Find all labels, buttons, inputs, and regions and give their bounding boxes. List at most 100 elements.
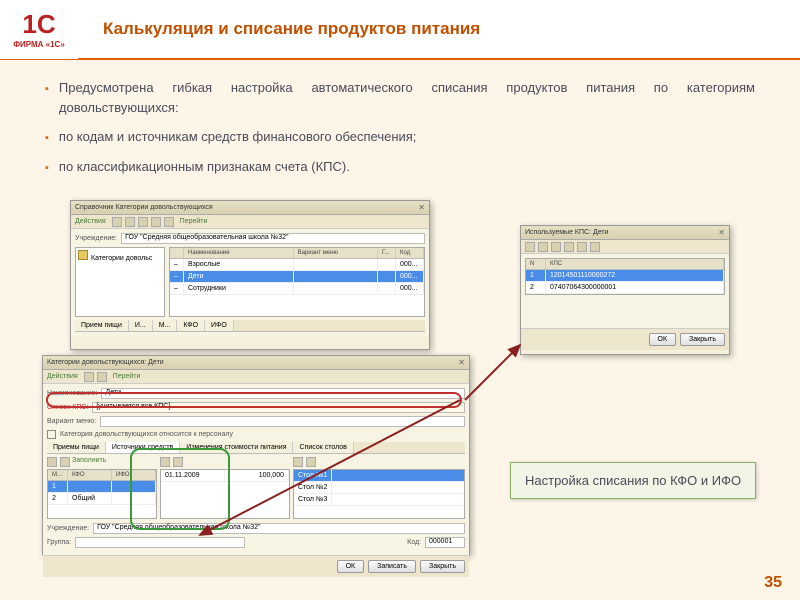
cell-date: 01.11.2009 [161, 470, 225, 481]
panel-icon[interactable] [306, 457, 316, 467]
checkbox-row: Категория довольствующихся относится к п… [47, 430, 465, 439]
toolbar-icon[interactable] [164, 217, 174, 227]
table-row[interactable]: Стол №1 [294, 470, 464, 482]
table-row[interactable]: 1 [48, 481, 156, 493]
table-row[interactable]: 1 12014501110000272 [526, 270, 724, 282]
table-row[interactable]: Стол №2 [294, 482, 464, 494]
close-button[interactable]: Закрыть [680, 333, 725, 346]
fill-button[interactable]: Заполнить [72, 457, 106, 467]
panel-icon[interactable] [47, 457, 57, 467]
actions-menu[interactable]: Действия [75, 218, 106, 225]
callout-note: Настройка списания по КФО и ИФО [510, 462, 756, 499]
close-icon[interactable]: ✕ [458, 358, 465, 367]
goto-menu[interactable]: Перейти [113, 373, 141, 380]
col-ifo[interactable]: ИФО [112, 470, 156, 480]
col-code[interactable]: Код [396, 248, 424, 258]
toolbar-icon[interactable] [84, 372, 94, 382]
footer-inst-input[interactable]: ГОУ "Средняя общеобразовательная школа №… [93, 523, 465, 534]
bullet-item: ▪ по кодам и источникам средств финансов… [45, 127, 755, 147]
tab-changes[interactable]: Изменения стоимости питания [180, 442, 293, 453]
cell: Стол №3 [294, 494, 332, 505]
window-title: Используемые КПС: Дети [525, 229, 609, 236]
goto-menu[interactable]: Перейти [180, 218, 208, 225]
ok-button[interactable]: ОК [337, 560, 365, 573]
panel-icon[interactable] [60, 457, 70, 467]
window-footer: ОК Закрыть [521, 328, 729, 350]
col-n[interactable]: N [526, 259, 546, 269]
toolbar-icon[interactable] [538, 242, 548, 252]
toolbar-icon[interactable] [151, 217, 161, 227]
window-kps-used: Используемые КПС: Дети ✕ N КПС 1 1201450… [520, 225, 730, 355]
cell-menu [294, 283, 378, 294]
col-name[interactable]: Наименование [184, 248, 294, 258]
toolbar-icon[interactable] [577, 242, 587, 252]
kps-input[interactable]: [учитывается все КПС] [92, 402, 465, 413]
panel-icon[interactable] [160, 457, 170, 467]
variant-input[interactable] [100, 416, 465, 427]
cell-code: 000... [396, 283, 424, 294]
slide-content: ▪ Предусмотрена гибкая настройка автомат… [0, 60, 800, 176]
tab-ifo[interactable]: ИФО [205, 320, 234, 331]
table-row[interactable]: 01.11.2009 100,000 [161, 470, 289, 482]
institution-input[interactable]: ГОУ "Средняя общеобразовательная школа №… [121, 233, 425, 244]
logo-1c-text: ФИРМА «1С» [13, 40, 65, 49]
tables-grid: Стол №1 Стол №2 Стол №3 [293, 469, 465, 519]
changes-panel: 01.11.2009 100,000 [160, 457, 290, 519]
col-g[interactable]: Г... [378, 248, 396, 258]
toolbar-icon[interactable] [564, 242, 574, 252]
tree-root-label[interactable]: Категории довольс [91, 255, 152, 262]
checkbox-personnel[interactable] [47, 430, 56, 439]
close-icon[interactable]: ✕ [418, 203, 425, 212]
tab-sources[interactable]: Источники средств [106, 442, 180, 453]
table-row[interactable]: 2 Общий [48, 493, 156, 505]
callout-text: Настройка списания по КФО и ИФО [525, 473, 741, 488]
folder-icon[interactable] [78, 250, 88, 260]
toolbar-icon[interactable] [138, 217, 148, 227]
window-body: N КПС 1 12014501110000272 2 074070643000… [521, 254, 729, 328]
save-button[interactable]: Записать [368, 560, 416, 573]
tab-kfo[interactable]: КФО [177, 320, 205, 331]
cell-menu [294, 259, 378, 270]
titlebar[interactable]: Категории довольствующихся: Дети ✕ [43, 356, 469, 370]
window-categories-list: Справочник Категории довольствующихся ✕ … [70, 200, 430, 350]
toolbar-icons [112, 217, 174, 227]
toolbar-icon[interactable] [97, 372, 107, 382]
name-label: Наименование: [47, 390, 97, 397]
variant-row: Вариант меню: [47, 416, 465, 427]
table-row[interactable]: Стол №3 [294, 494, 464, 506]
footer-inst-label: Учреждение: [47, 525, 89, 532]
panel-icons [293, 457, 465, 467]
ok-button[interactable]: ОК [649, 333, 677, 346]
tab-meals[interactable]: Приемы пищи [47, 442, 106, 453]
actions-menu[interactable]: Действия [47, 373, 78, 380]
table-row[interactable]: 2 07407064300000001 [526, 282, 724, 294]
toolbar-icon[interactable] [551, 242, 561, 252]
toolbar-icon[interactable] [112, 217, 122, 227]
titlebar[interactable]: Используемые КПС: Дети ✕ [521, 226, 729, 240]
tab-m[interactable]: М... [153, 320, 178, 331]
tab-meals[interactable]: Прием пищи [75, 320, 129, 331]
tab-i[interactable]: И... [129, 320, 153, 331]
table-row[interactable]: – Дети 000... [170, 271, 424, 283]
table-row[interactable]: – Взрослые 000... [170, 259, 424, 271]
name-input[interactable]: Дети [101, 388, 465, 399]
toolbar-icon[interactable] [590, 242, 600, 252]
col-kps[interactable]: КПС [546, 259, 724, 269]
panel-icon[interactable] [173, 457, 183, 467]
sources-grid: М... КФО ИФО 1 2 Общий [47, 469, 157, 519]
cell-kps: 07407064300000001 [546, 282, 724, 293]
col-kfo[interactable]: КФО [68, 470, 112, 480]
footer-code-input[interactable]: 000001 [425, 537, 465, 548]
bottom-tabs: Прием пищи И... М... КФО ИФО [75, 320, 425, 332]
close-icon[interactable]: ✕ [718, 228, 725, 237]
toolbar-icon[interactable] [125, 217, 135, 227]
tab-tables[interactable]: Список столов [293, 442, 353, 453]
col-menu[interactable]: Вариант меню [294, 248, 378, 258]
close-button[interactable]: Закрыть [420, 560, 465, 573]
titlebar[interactable]: Справочник Категории довольствующихся ✕ [71, 201, 429, 215]
panel-icon[interactable] [293, 457, 303, 467]
toolbar-icon[interactable] [525, 242, 535, 252]
table-row[interactable]: – Сотрудники 000... [170, 283, 424, 295]
footer-group-input[interactable] [75, 537, 245, 548]
col-m[interactable]: М... [48, 470, 68, 480]
